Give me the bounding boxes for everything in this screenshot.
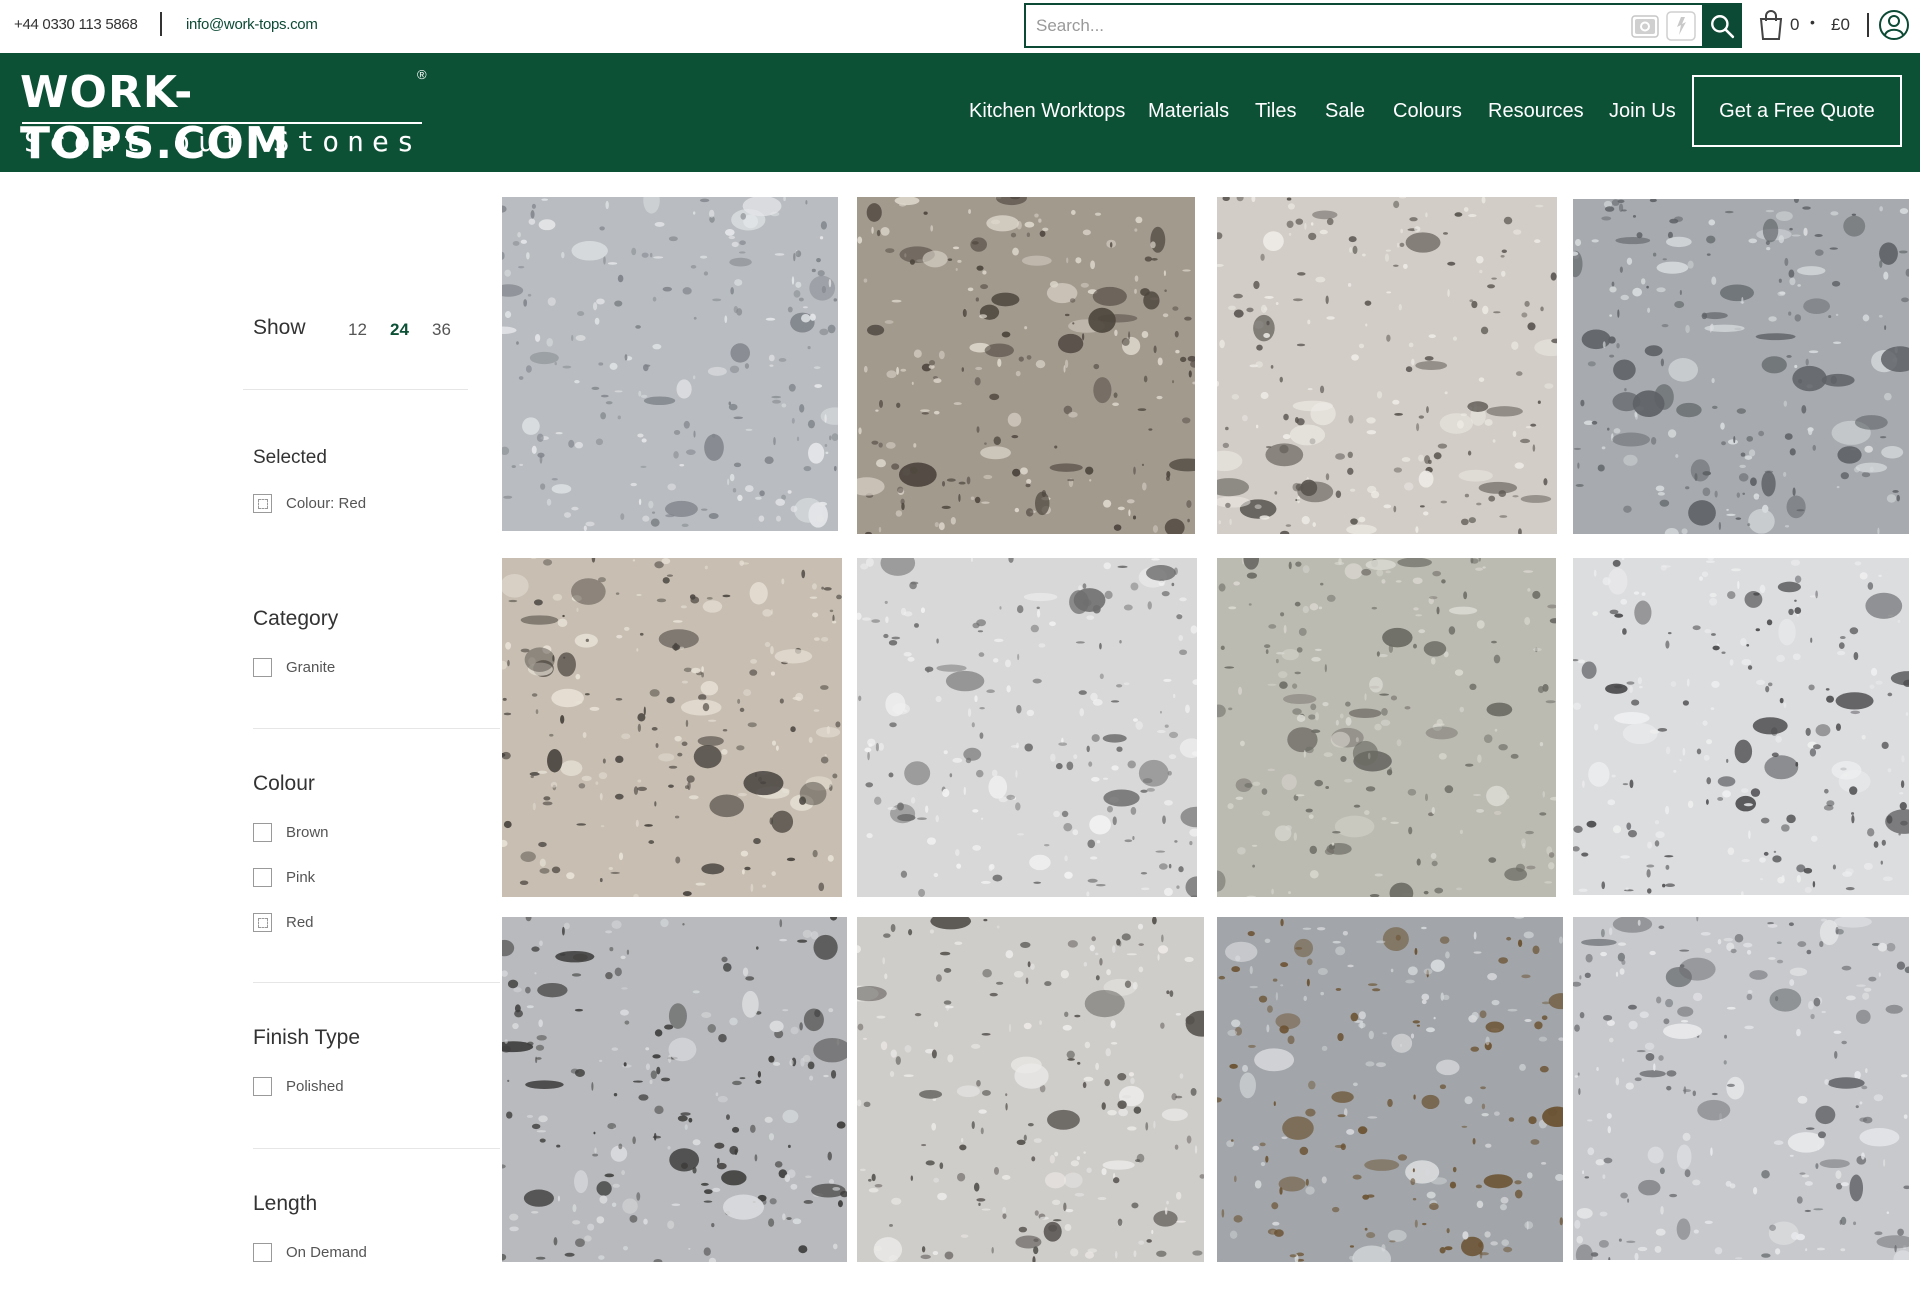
selected-filter-label: Colour: Red (286, 495, 367, 512)
filter-colour-pink[interactable]: Pink (253, 868, 315, 887)
search-input[interactable] (1036, 5, 1616, 46)
divider (253, 1148, 500, 1149)
divider (160, 12, 162, 36)
stone-texture-image (1573, 199, 1909, 534)
granite-tile-7[interactable] (1217, 558, 1556, 897)
granite-tile-8[interactable] (1573, 558, 1909, 895)
filter-label: On Demand (286, 1244, 367, 1261)
logo-underline (22, 122, 422, 124)
checkbox[interactable] (253, 1243, 272, 1262)
stone-texture-image (1217, 197, 1557, 534)
stone-texture-image (1217, 558, 1556, 897)
show-label: Show (253, 316, 306, 339)
search-box (1024, 3, 1742, 48)
selected-filters-title: Selected (253, 447, 327, 468)
nav-colours[interactable]: Colours (1393, 100, 1462, 123)
logo-tagline: Scout out Stones (24, 125, 422, 158)
search-icon (1711, 14, 1735, 38)
finish-type-filter-title[interactable]: Finish Type (253, 1026, 360, 1050)
category-filter-title[interactable]: Category (253, 607, 338, 631)
granite-tile-9[interactable] (502, 917, 847, 1262)
filter-finish-polished[interactable]: Polished (253, 1077, 344, 1096)
granite-tile-1[interactable] (502, 197, 838, 531)
account-icon[interactable] (1878, 9, 1910, 41)
granite-tile-2[interactable] (857, 197, 1195, 534)
camera-icon[interactable] (1630, 13, 1660, 39)
cart-total[interactable]: £0 (1831, 15, 1850, 35)
granite-tile-11[interactable] (1217, 917, 1563, 1262)
nav-materials[interactable]: Materials (1148, 100, 1229, 123)
nav-sale[interactable]: Sale (1325, 100, 1365, 123)
stone-texture-image (1573, 558, 1909, 895)
granite-tile-4[interactable] (1573, 199, 1909, 534)
stone-texture-image (857, 558, 1197, 897)
filter-sidebar: Show 12 24 36 Selected Colour: Red Categ… (0, 172, 500, 1302)
stone-texture-image (502, 558, 842, 897)
filter-length-on-demand[interactable]: On Demand (253, 1243, 367, 1262)
voice-search-icon[interactable] (1666, 11, 1696, 41)
show-option-36[interactable]: 36 (432, 320, 451, 340)
remove-filter-checkbox[interactable] (253, 494, 272, 513)
granite-tile-5[interactable] (502, 558, 842, 897)
selected-filter-colour-red[interactable]: Colour: Red (253, 494, 366, 513)
nav-kitchen-worktops[interactable]: Kitchen Worktops (969, 100, 1125, 123)
phone-link[interactable]: +44 0330 113 5868 (14, 16, 138, 33)
filter-colour-red[interactable]: Red (253, 913, 314, 932)
stone-texture-image (1573, 917, 1909, 1260)
cart-separator-dot: • (1810, 14, 1815, 30)
divider (253, 982, 500, 983)
filter-label: Red (286, 914, 314, 931)
site-logo[interactable]: WORK-TOPS.COM ® Scout out Stones (20, 67, 430, 169)
filter-label: Granite (286, 659, 336, 676)
filter-label: Polished (286, 1078, 344, 1095)
granite-tile-6[interactable] (857, 558, 1197, 897)
stone-texture-image (857, 917, 1204, 1262)
nav-join-us[interactable]: Join Us (1609, 100, 1676, 123)
checkbox[interactable] (253, 823, 272, 842)
show-option-12[interactable]: 12 (348, 320, 367, 340)
top-utility-bar: +44 0330 113 5868 info@work-tops.com Sea… (0, 0, 1920, 53)
granite-tile-3[interactable] (1217, 197, 1557, 534)
filter-colour-brown[interactable]: Brown (253, 823, 329, 842)
shopping-bag-icon[interactable] (1757, 9, 1785, 41)
nav-tiles[interactable]: Tiles (1255, 100, 1296, 123)
length-filter-title[interactable]: Length (253, 1192, 317, 1216)
show-option-24[interactable]: 24 (390, 320, 409, 340)
divider (243, 389, 468, 390)
checkbox[interactable] (253, 658, 272, 677)
get-free-quote-button[interactable]: Get a Free Quote (1692, 75, 1902, 147)
stone-texture-image (857, 197, 1195, 534)
stone-texture-image (502, 917, 847, 1262)
stone-texture-image (502, 197, 838, 531)
filter-label: Brown (286, 824, 329, 841)
main-header: WORK-TOPS.COM ® Scout out Stones Kitchen… (0, 53, 1920, 172)
colour-filter-title[interactable]: Colour (253, 772, 315, 796)
filter-label: Pink (286, 869, 316, 886)
stone-texture-image (1217, 917, 1563, 1262)
filter-category-granite[interactable]: Granite (253, 658, 335, 677)
checkbox[interactable] (253, 868, 272, 887)
search-button[interactable] (1702, 3, 1742, 48)
divider (1867, 13, 1869, 37)
divider (253, 728, 500, 729)
registered-mark: ® (417, 67, 427, 82)
granite-tile-10[interactable] (857, 917, 1204, 1262)
checkbox[interactable] (253, 1077, 272, 1096)
email-link[interactable]: info@work-tops.com (186, 16, 318, 33)
checkbox[interactable] (253, 913, 272, 932)
nav-resources[interactable]: Resources (1488, 100, 1584, 123)
granite-tile-12[interactable] (1573, 917, 1909, 1260)
cart-count: 0 (1790, 15, 1800, 34)
